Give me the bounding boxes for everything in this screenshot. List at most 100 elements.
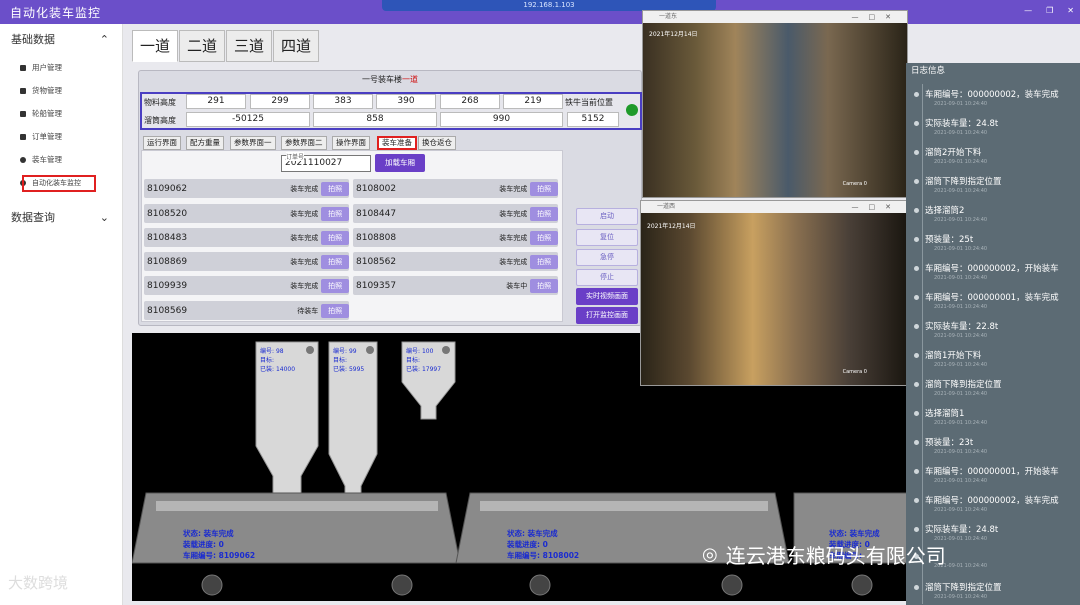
- camera-window-controls[interactable]: —□✕: [852, 201, 901, 213]
- timeline-dot-icon: [914, 179, 919, 184]
- sidebar-item-loading[interactable]: 装车管理: [0, 148, 123, 171]
- silo-number: 编号: 98: [260, 347, 295, 356]
- photo-button[interactable]: 拍照: [530, 206, 558, 221]
- log-text: 车厢编号：000000002，装车完成: [925, 90, 1059, 100]
- material-height-value: 268: [440, 94, 500, 109]
- wagon-cargo: [480, 501, 768, 511]
- sidebar-group-basic[interactable]: 基础数据 ⌃: [0, 25, 123, 55]
- subtab-param1[interactable]: 参数界面一: [230, 136, 276, 150]
- log-entry: 实际装车量：22.8t 2021-09-01 10:24:40: [914, 320, 1074, 339]
- camera-window-east[interactable]: 一道东 —□✕ 2021年12月14日 Camera 0: [642, 10, 908, 198]
- silo-number-label: 编号:: [406, 348, 421, 355]
- subtab-operation[interactable]: 操作界面: [332, 136, 370, 150]
- car-status: 装车完成: [290, 257, 319, 266]
- wagon-progress-label: 装载进度:: [183, 540, 216, 549]
- log-text: 实际装车量：22.8t: [925, 322, 999, 332]
- stop-button[interactable]: 停止: [576, 269, 638, 286]
- sidebar-item-label: 订单管理: [32, 132, 62, 141]
- status-indicator: [626, 104, 638, 116]
- open-monitor-button[interactable]: 打开监控画面: [576, 307, 638, 324]
- load-cars-button[interactable]: 加载车厢: [375, 154, 425, 172]
- car-status: 装车完成: [290, 233, 319, 242]
- tab-line-2[interactable]: 二道: [179, 30, 225, 62]
- photo-button[interactable]: 拍照: [321, 230, 349, 245]
- wagon-status: 状态: 装车完成: [183, 528, 255, 539]
- silo-loaded: 已装: 14000: [260, 365, 295, 374]
- list-item: 8108002 装车完成 拍照: [353, 179, 558, 198]
- tab-line-4[interactable]: 四道: [273, 30, 319, 62]
- silo-info: 编号: 100 目标: 已装: 17997: [406, 347, 441, 374]
- wagon-number: 车厢编号: 8108002: [507, 550, 579, 561]
- list-item: 8109357 装车中 拍照: [353, 276, 558, 295]
- camera-feed: 2021年12月14日 Camera 0: [643, 23, 907, 197]
- timeline-dot-icon: [914, 411, 919, 416]
- live-video-button[interactable]: 实时视频画面: [576, 288, 638, 305]
- car-status: 装车完成: [499, 184, 528, 193]
- sidebar-item-ships[interactable]: 轮船管理: [0, 102, 123, 125]
- photo-button[interactable]: 拍照: [321, 181, 349, 196]
- group-label: 数据查询: [11, 211, 55, 224]
- photo-button[interactable]: 拍照: [530, 278, 558, 293]
- log-text: 实际装车量：24.8t: [925, 525, 999, 535]
- subtab-param2[interactable]: 参数界面二: [281, 136, 327, 150]
- wagon-number: 车厢编号: 8109062: [183, 550, 255, 561]
- log-timestamp: 2021-09-01 10:24:40: [934, 563, 988, 569]
- subtab-run[interactable]: 运行界面: [143, 136, 181, 150]
- minimize-icon[interactable]: —: [1024, 6, 1032, 15]
- subtab-swap-bin[interactable]: 换仓返仓: [418, 136, 456, 150]
- log-timestamp: 2021-09-01 10:24:40: [934, 217, 988, 223]
- app-title: 自动化装车监控: [10, 6, 102, 20]
- list-item: 8108569 待装车 拍照: [144, 301, 349, 320]
- log-entry: 选择溜筒1 2021-09-01 10:24:40: [914, 407, 1074, 426]
- wheel: [529, 574, 551, 596]
- reset-button[interactable]: 复位: [576, 229, 638, 246]
- list-item: 8109062 装车完成 拍照: [144, 179, 349, 198]
- camera-titlebar[interactable]: 一道东 —□✕: [643, 11, 907, 23]
- log-timestamp: 2021-09-01 10:24:40: [934, 159, 988, 165]
- start-button[interactable]: 启动: [576, 208, 638, 225]
- silo-number: 编号: 100: [406, 347, 441, 356]
- log-text: 实际装车量：24.8t: [925, 119, 999, 129]
- photo-button[interactable]: 拍照: [321, 278, 349, 293]
- car-status: 装车完成: [499, 257, 528, 266]
- log-timestamp: 2021-09-01 10:24:40: [934, 188, 988, 194]
- tab-line-3[interactable]: 三道: [226, 30, 272, 62]
- car-number: 8108562: [356, 256, 397, 267]
- close-icon[interactable]: ✕: [1067, 6, 1074, 15]
- silo-loaded-label: 已装:: [260, 366, 275, 373]
- silo-number-value: 99: [348, 348, 357, 355]
- list-item: 8108447 装车完成 拍照: [353, 204, 558, 223]
- camera-titlebar[interactable]: 一道西 —□✕: [641, 201, 907, 213]
- photo-button[interactable]: 拍照: [530, 254, 558, 269]
- camera-window-controls[interactable]: —□✕: [852, 11, 901, 23]
- wagon-number-value: 8108002: [542, 551, 580, 560]
- subtab-prepare[interactable]: 装车准备: [377, 136, 417, 150]
- ship-icon: [20, 110, 26, 117]
- sidebar-item-label: 装车管理: [32, 155, 62, 164]
- photo-button[interactable]: 拍照: [530, 181, 558, 196]
- user-icon: [20, 64, 26, 71]
- chevron-up-icon: ⌃: [99, 33, 109, 46]
- sidebar-group-query[interactable]: 数据查询 ⌄: [0, 203, 123, 233]
- log-timestamp: 2021-09-01 10:24:40: [934, 507, 988, 513]
- restore-icon[interactable]: ❐: [1046, 6, 1053, 15]
- photo-button[interactable]: 拍照: [321, 254, 349, 269]
- subtab-recipe[interactable]: 配方重量: [186, 136, 224, 150]
- sidebar-item-orders[interactable]: 订单管理: [0, 125, 123, 148]
- log-timestamp: 2021-09-01 10:24:40: [934, 275, 988, 281]
- log-text: 车厢编号：000000002，装车完成: [925, 496, 1059, 506]
- car-number: 8108569: [147, 305, 188, 316]
- log-text: 溜筒1开始下料: [925, 351, 982, 361]
- camera-window-west[interactable]: 一道西 —□✕ 2021年12月14日 Camera 0: [640, 200, 908, 386]
- emergency-stop-button[interactable]: 急停: [576, 249, 638, 266]
- tab-line-1[interactable]: 一道: [132, 30, 178, 62]
- timeline-dot-icon: [914, 150, 919, 155]
- sidebar-item-users[interactable]: 用户管理: [0, 56, 123, 79]
- photo-button[interactable]: 拍照: [530, 230, 558, 245]
- photo-button[interactable]: 拍照: [321, 206, 349, 221]
- timeline-dot-icon: [914, 469, 919, 474]
- sidebar-item-cargo[interactable]: 货物管理: [0, 79, 123, 102]
- wagon-progress-value: 0: [218, 540, 224, 549]
- car-status: 装车完成: [290, 281, 319, 290]
- photo-button[interactable]: 拍照: [321, 303, 349, 318]
